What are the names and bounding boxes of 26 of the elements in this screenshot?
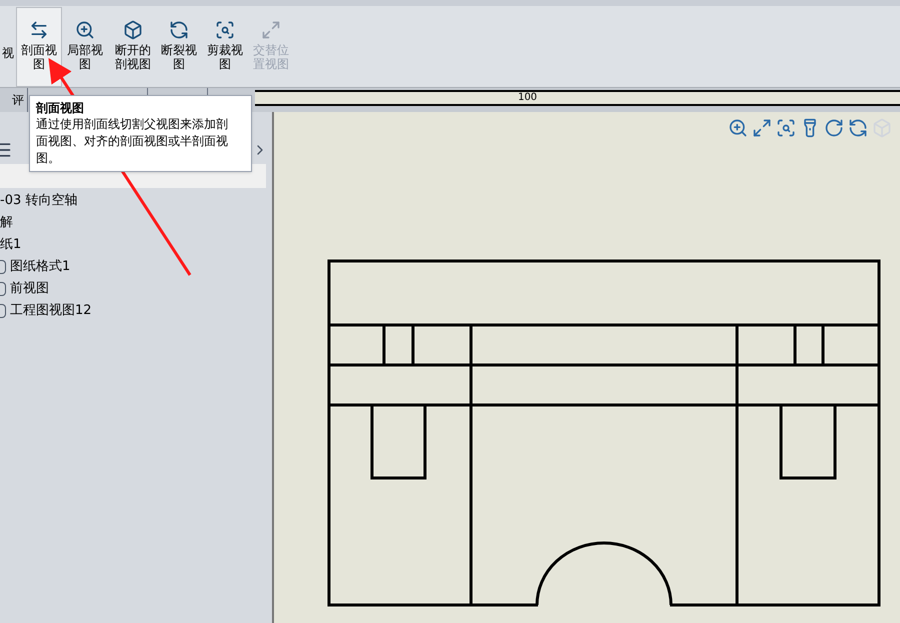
view-tool-icon[interactable] — [728, 118, 748, 138]
tooltip-title: 剖面视图 — [36, 100, 85, 116]
toolbar-button[interactable]: 剖面视图 — [16, 7, 62, 87]
toolbar-button[interactable]: 局部视图 — [62, 7, 108, 87]
toolbar-button[interactable]: 断裂视图 — [156, 7, 202, 87]
magnifier-icon — [75, 20, 95, 40]
tree-item[interactable]: 工程图视图12 — [10, 301, 92, 321]
toolbar-button[interactable]: 视 — [0, 7, 16, 87]
tooltip-text: 通过使用剖面线切割父视图来添加剖面视图、对齐的剖面视图或半剖面视图。 — [36, 116, 229, 167]
view-tool-icon[interactable] — [752, 118, 772, 138]
node-icon — [0, 260, 6, 274]
tree-item[interactable]: 纸1 — [0, 235, 22, 255]
tree-item[interactable]: -03 转向空轴 — [0, 191, 78, 211]
section-arrows-icon — [29, 20, 49, 40]
toolbar-button[interactable]: 断开的剖视图 — [110, 7, 156, 87]
toolbar-button[interactable]: 剪裁视图 — [202, 7, 248, 87]
view-tool-icon[interactable] — [848, 118, 868, 138]
node-icon — [0, 304, 6, 318]
tree-item[interactable]: 前视图 — [10, 279, 49, 299]
box-icon — [123, 20, 143, 40]
node-icon — [0, 282, 6, 296]
tree-item[interactable]: 解 — [0, 213, 13, 233]
ruler-label: 100 — [518, 93, 538, 103]
view-tool-icon[interactable] — [776, 118, 796, 138]
view-tool-icon[interactable] — [824, 118, 844, 138]
tree-item[interactable]: 图纸格式1 — [10, 257, 70, 277]
